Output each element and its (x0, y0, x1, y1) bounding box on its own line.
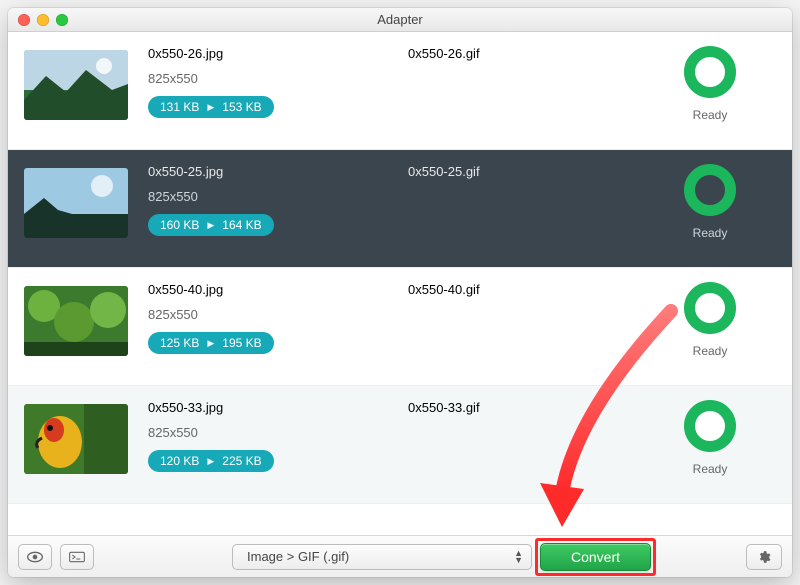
item-status: Ready (650, 282, 770, 358)
source-size: 160 KB (160, 218, 199, 232)
list-item[interactable]: 0x550-33.jpg 0x550-33.gif 825x550 120 KB… (8, 386, 792, 504)
item-status: Ready (650, 46, 770, 122)
size-pill: 120 KB ▶ 225 KB (148, 450, 274, 472)
preview-button[interactable] (18, 544, 52, 570)
list-item[interactable]: 0x550-26.jpg 0x550-26.gif 825x550 131 KB… (8, 32, 792, 150)
list-item[interactable]: 0x550-40.jpg 0x550-40.gif 825x550 125 KB… (8, 268, 792, 386)
gear-icon (756, 550, 772, 564)
dest-filename: 0x550-40.gif (408, 282, 480, 297)
titlebar: Adapter (8, 8, 792, 32)
source-filename: 0x550-25.jpg (148, 164, 408, 179)
thumbnail (24, 168, 128, 238)
item-status: Ready (650, 164, 770, 240)
source-filename: 0x550-40.jpg (148, 282, 408, 297)
settings-button[interactable] (746, 544, 782, 570)
source-size: 125 KB (160, 336, 199, 350)
source-size: 120 KB (160, 454, 199, 468)
dest-filename: 0x550-26.gif (408, 46, 480, 61)
console-button[interactable] (60, 544, 94, 570)
size-pill: 160 KB ▶ 164 KB (148, 214, 274, 236)
status-ring-icon (684, 282, 736, 334)
stepper-icon: ▲▼ (514, 550, 523, 563)
item-status: Ready (650, 400, 770, 476)
thumbnail (24, 50, 128, 120)
size-pill: 125 KB ▶ 195 KB (148, 332, 274, 354)
bottom-toolbar: Image > GIF (.gif) ▲▼ Convert (8, 535, 792, 577)
dest-filename: 0x550-33.gif (408, 400, 480, 415)
status-label: Ready (693, 226, 728, 240)
status-ring-icon (684, 164, 736, 216)
conversion-list: 0x550-26.jpg 0x550-26.gif 825x550 131 KB… (8, 32, 792, 535)
size-pill: 131 KB ▶ 153 KB (148, 96, 274, 118)
chevron-right-icon: ▶ (207, 338, 214, 349)
status-ring-icon (684, 46, 736, 98)
status-label: Ready (693, 462, 728, 476)
source-filename: 0x550-33.jpg (148, 400, 408, 415)
list-item[interactable]: 0x550-25.jpg 0x550-25.gif 825x550 160 KB… (8, 150, 792, 268)
eye-icon (27, 550, 43, 564)
dest-size: 225 KB (222, 454, 261, 468)
source-filename: 0x550-26.jpg (148, 46, 408, 61)
status-label: Ready (693, 344, 728, 358)
chevron-right-icon: ▶ (207, 456, 214, 467)
dest-size: 195 KB (222, 336, 261, 350)
app-window: Adapter 0x550-26.jpg 0x550-26.gif 825x55… (8, 8, 792, 577)
dest-size: 153 KB (222, 100, 261, 114)
status-ring-icon (684, 400, 736, 452)
chevron-right-icon: ▶ (207, 102, 214, 113)
window-title: Adapter (8, 12, 792, 27)
terminal-icon (69, 550, 85, 564)
chevron-right-icon: ▶ (207, 220, 214, 231)
convert-button[interactable]: Convert (540, 543, 651, 571)
status-label: Ready (693, 108, 728, 122)
format-label: Image > GIF (.gif) (247, 549, 349, 564)
dest-size: 164 KB (222, 218, 261, 232)
thumbnail (24, 286, 128, 356)
thumbnail (24, 404, 128, 474)
output-format-select[interactable]: Image > GIF (.gif) ▲▼ (232, 544, 532, 570)
dest-filename: 0x550-25.gif (408, 164, 480, 179)
source-size: 131 KB (160, 100, 199, 114)
